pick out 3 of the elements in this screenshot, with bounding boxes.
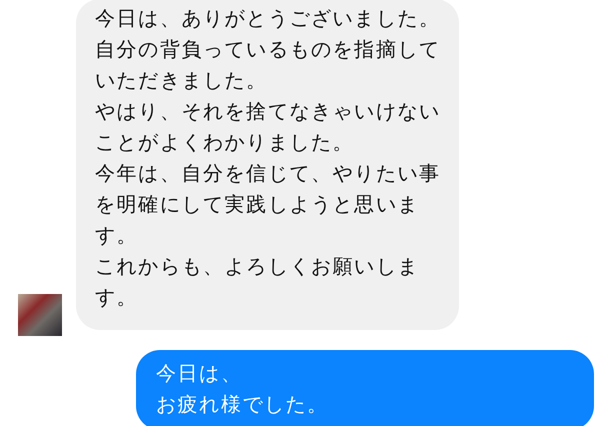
avatar-placeholder: [18, 294, 62, 336]
received-message-bubble: 今日は、ありがとうございました。 自分の背負っているものを指摘して いただきました。 やはり、それを捨てなきゃいけない ことがよくわかりました。 今年は、自分を信じて、やりたい事 を明確にして実践しようと思いま す。 これからも、よろしくお願いしま す。: [76, 0, 459, 330]
sent-message-bubble: 今日は、 お疲れ様でした。: [136, 350, 594, 426]
